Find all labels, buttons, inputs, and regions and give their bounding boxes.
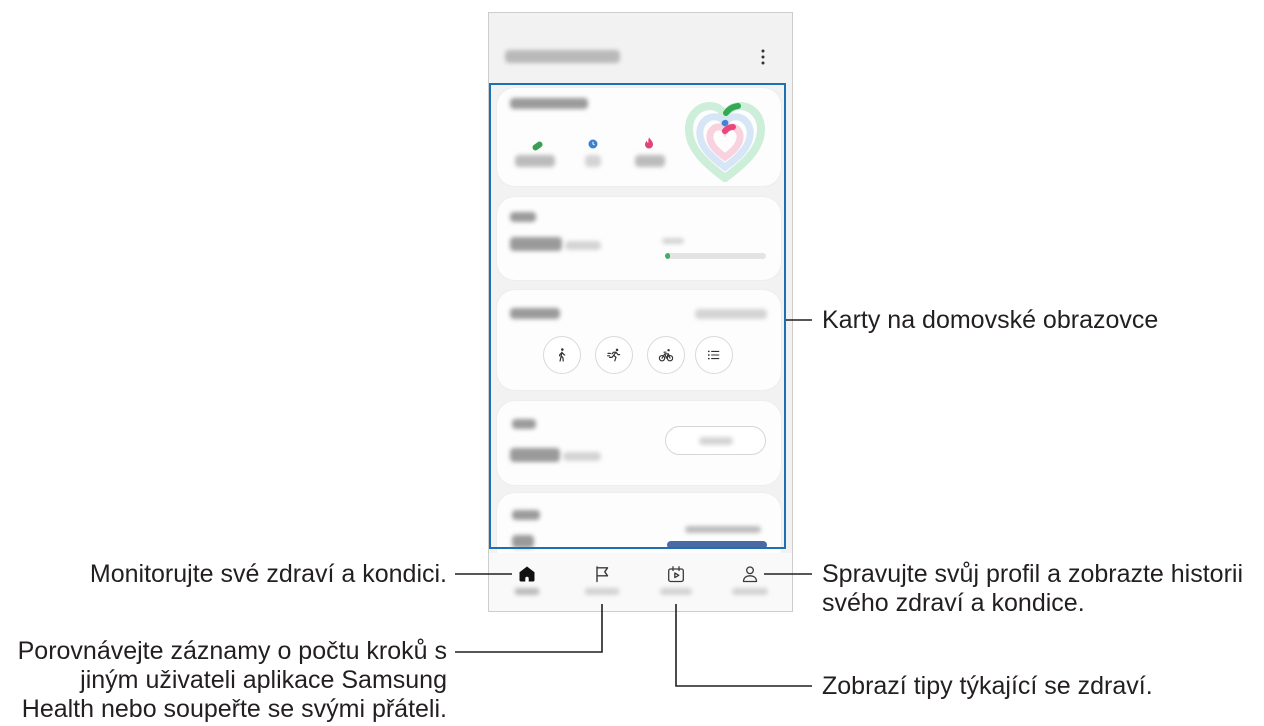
nav-tab-my-page[interactable] — [713, 553, 787, 611]
nav-tab-fitness-label-blurred — [660, 588, 692, 595]
callout-my-page-line: Spravujte svůj profil a zobrazte histori… — [822, 560, 1244, 588]
more-vertical-icon[interactable] — [755, 48, 771, 66]
nav-tab-home[interactable] — [490, 553, 564, 611]
app-title-blurred — [505, 50, 620, 63]
callout-together-tab: Porovnávejte záznamy o počtu kroků s jin… — [7, 637, 447, 724]
person-icon-shape — [742, 566, 758, 583]
manual-figure: Karty na domovské obrazovce Monitorujte … — [0, 0, 1264, 726]
flag-icon — [596, 566, 609, 583]
person-icon — [742, 566, 758, 583]
home-icon — [519, 566, 535, 582]
home-icon-door — [525, 576, 529, 582]
callout-my-page-tab: Spravujte svůj profil a zobrazte histori… — [822, 560, 1262, 618]
callout-together-line: Porovnávejte záznamy o počtu kroků s — [17, 637, 447, 665]
callout-fitness-tab: Zobrazí tipy týkající se zdraví. — [822, 672, 1153, 700]
fitness-icon-shape — [668, 566, 684, 583]
nav-tab-together[interactable] — [565, 553, 639, 611]
nav-tab-my-page-label-blurred — [732, 588, 768, 595]
bottom-navigation — [489, 553, 792, 611]
fitness-icon — [668, 566, 684, 583]
callout-my-page-line: svého zdraví a kondice. — [822, 589, 1085, 617]
callout-together-line: Health nebo soupeřte se svými přáteli. — [21, 695, 447, 723]
callout-home-tab: Monitorujte své zdraví a kondici. — [89, 560, 447, 588]
nav-tab-fitness[interactable] — [639, 553, 713, 611]
callout-together-line: jiným uživateli aplikace Samsung — [80, 666, 447, 694]
nav-tab-home-label-blurred — [514, 588, 540, 595]
more-vertical-icon-dots — [761, 49, 765, 65]
leader-line-fitness — [675, 604, 812, 687]
nav-tab-together-label-blurred — [584, 588, 620, 595]
cards-highlight-box — [489, 83, 786, 549]
callout-home-cards: Karty na domovské obrazovce — [822, 306, 1159, 334]
flag-icon-shape — [596, 566, 609, 583]
